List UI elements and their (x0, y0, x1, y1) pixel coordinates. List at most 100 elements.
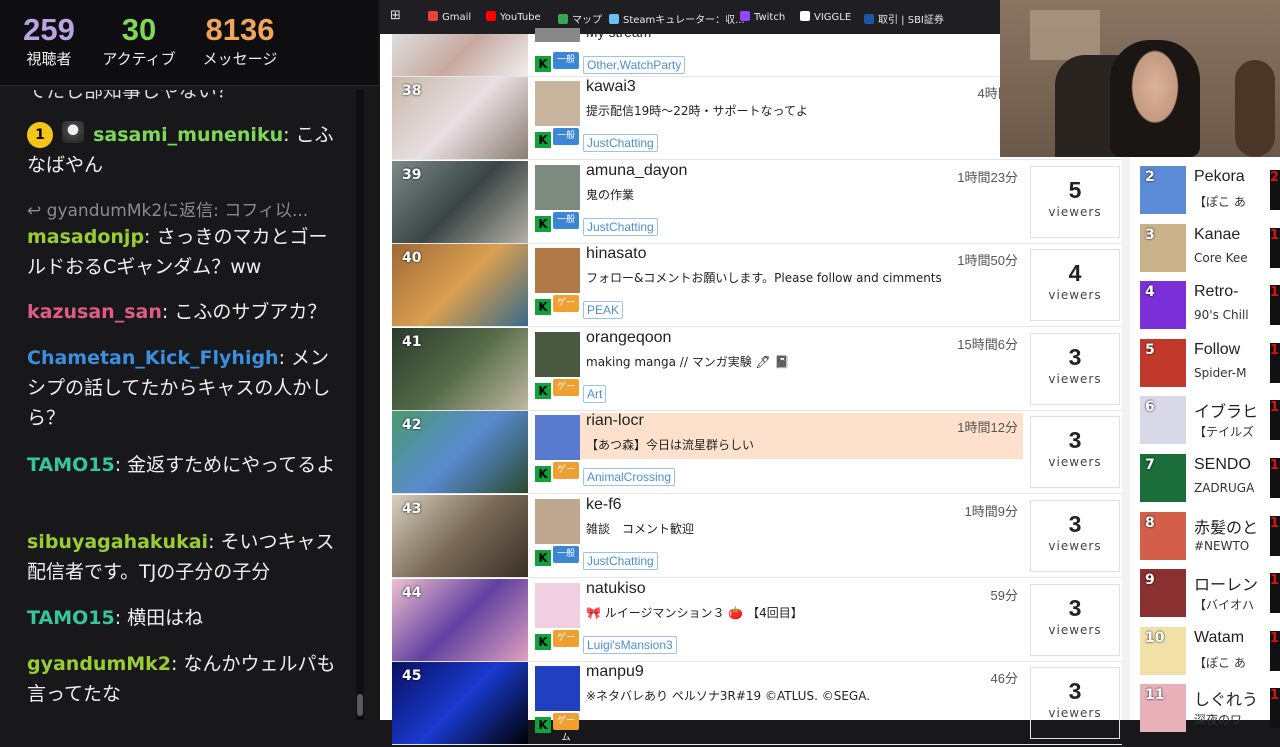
stream-row[interactable]: 44 K ゲーム natukiso 🎀 ルイージマンション３ 🍅 【4回目】 5… (392, 578, 1122, 662)
chat-username[interactable]: TAMO15 (27, 454, 115, 476)
stream-thumbnail[interactable] (392, 34, 528, 76)
sidebar-stream-item[interactable]: 2 Pekora 【ぽこ あ 21 (1140, 166, 1280, 220)
stream-duration: 1時間23分 (957, 169, 1018, 185)
stream-thumbnail[interactable]: 40 (392, 244, 528, 327)
category-tag[interactable]: Luigi'sMansion3 (583, 635, 677, 654)
chat-username[interactable]: masadonjp (27, 226, 144, 248)
sidebar-stream-item[interactable]: 4 Retro- 90's Chill 1! (1140, 281, 1280, 335)
stream-row[interactable]: 39 K 一般 amuna_dayon 鬼の作業 1時間23分 JustChat… (392, 160, 1122, 244)
streamer-name[interactable]: hinasato (586, 245, 647, 263)
streamer-name[interactable]: orangeqoon (586, 329, 671, 347)
chat-username[interactable]: kazusan_san (27, 301, 162, 323)
bookmark-gmail[interactable]: Gmail (428, 11, 471, 23)
sidebar-thumbnail[interactable]: 6 (1140, 396, 1186, 445)
stream-row[interactable]: 45 K ゲーム manpu9 ※ネタバレあり ペルソナ3R#19 ©ATLUS… (392, 662, 1122, 746)
chat-username[interactable]: TAMO15 (27, 607, 115, 629)
streamer-avatar[interactable] (535, 81, 580, 126)
stream-thumbnail[interactable]: 44 (392, 578, 528, 661)
chat-username[interactable]: gyandumMk2 (27, 653, 171, 675)
streamer-avatar[interactable] (535, 415, 580, 461)
streamer-avatar[interactable] (535, 28, 580, 42)
streamer-name[interactable]: amuna_dayon (586, 162, 687, 180)
sidebar-thumbnail[interactable]: 11 (1140, 684, 1186, 733)
sidebar-thumbnail[interactable]: 4 (1140, 281, 1186, 330)
streamer-name[interactable]: manpu9 (586, 663, 644, 681)
stream-thumbnail[interactable]: 45 (392, 662, 528, 745)
page-scrollbar[interactable] (1122, 157, 1130, 720)
sidebar-thumbnail[interactable]: 2 (1140, 166, 1186, 214)
category-tag[interactable]: Art (583, 384, 607, 403)
category-tag[interactable]: AnimalCrossing (583, 468, 676, 487)
streamer-name[interactable]: natukiso (586, 580, 646, 598)
sidebar-thumbnail[interactable]: 9 (1140, 569, 1186, 618)
rank-number: 45 (402, 668, 422, 685)
stream-row[interactable]: 40 K ゲーム hinasato フォロー&コメントお願いします。Please… (392, 244, 1122, 328)
stream-thumbnail[interactable]: 41 (392, 327, 528, 410)
sidebar-thumbnail[interactable]: 5 (1140, 338, 1186, 387)
streamer-avatar[interactable] (535, 331, 580, 377)
apps-grid-icon[interactable]: ⊞ (390, 8, 401, 23)
chat-username[interactable]: sasami_muneniku (93, 124, 283, 146)
category-tag[interactable]: Other,WatchParty (583, 56, 686, 74)
bookmark-viggle[interactable]: VIGGLE (800, 11, 851, 23)
sidebar-stream-item[interactable]: 11 しぐれう 深夜のワ 1. (1140, 684, 1280, 738)
sidebar-stream-item[interactable]: 7 SENDO ZADRUGA 1. (1140, 454, 1280, 508)
chat-scrollbar[interactable] (356, 90, 364, 720)
stream-thumbnail[interactable]: 43 (392, 495, 528, 577)
sidebar-rank: 5 (1145, 341, 1155, 358)
streamer-avatar[interactable] (535, 666, 580, 712)
category-tag[interactable]: JustChatting (583, 217, 658, 236)
stream-thumbnail[interactable]: 39 (392, 160, 528, 243)
rank-number: 41 (402, 333, 422, 350)
chat-reply-indicator[interactable]: ↩ gyandumMk2に返信: コフィ以... (27, 200, 308, 222)
chat-scrollbar-thumb[interactable] (357, 694, 363, 716)
rank-number: 38 (402, 83, 422, 99)
sidebar-rank: 6 (1145, 399, 1155, 416)
sidebar-stream-item[interactable]: 6 イブラヒ 【テイルズ 1. (1140, 396, 1280, 450)
stream-thumbnail[interactable]: 42 (392, 411, 528, 494)
tag-badge: 一般 (553, 128, 579, 145)
chat-message: gyandumMk2: なんかウェルパも言ってたな (27, 649, 337, 709)
stream-title: 鬼の作業 (586, 187, 635, 202)
stream-title: 🎀 ルイージマンション３ 🍅 【4回目】 (586, 605, 803, 620)
streamer-avatar[interactable] (535, 499, 580, 544)
stream-duration: 1時間12分 (957, 420, 1018, 436)
sidebar-thumbnail[interactable]: 3 (1140, 223, 1186, 272)
chat-message: TAMO15: 金返すためにやってるよ (27, 450, 337, 480)
streamer-name[interactable]: rian-locr (586, 412, 644, 430)
streamer-name[interactable]: ke-f6 (586, 496, 622, 514)
sidebar-thumbnail[interactable]: 10 (1140, 626, 1186, 675)
bookmark-youtube[interactable]: YouTube (486, 11, 541, 23)
sidebar-viewer-count: 1! (1270, 285, 1280, 326)
chat-username[interactable]: Chametan_Kick_Flyhigh (27, 347, 279, 369)
sidebar-subtitle: ZADRUGA (1194, 481, 1255, 495)
bookmark-twitch[interactable]: Twitch (740, 11, 785, 23)
stream-row[interactable]: 42 K ゲーム rian-locr 【あつ森】今日は流星群らしい 1時間12分… (392, 411, 1122, 495)
sidebar-thumbnail[interactable]: 8 (1140, 511, 1186, 560)
bookmark-sbi[interactable]: 取引 | SBI証券 (864, 11, 944, 26)
stream-stats: 259 視聴者 30 アクティブ 8136 メッセージ (0, 0, 378, 86)
sidebar-stream-item[interactable]: 10 Watam 【ぽこ あ 1. (1140, 626, 1280, 681)
stream-row[interactable]: 41 K ゲーム orangeqoon making manga // マンガ実… (392, 327, 1122, 411)
sidebar-subtitle: Spider-M (1194, 365, 1247, 380)
category-tag[interactable]: JustChatting (583, 134, 658, 152)
reply-arrow-icon: ↩ (27, 201, 47, 221)
streamer-avatar[interactable] (535, 164, 580, 210)
chat-username[interactable]: sibuyagahakukai (27, 531, 208, 553)
bookmark-label: Gmail (442, 12, 472, 23)
streamer-avatar[interactable] (535, 248, 580, 294)
sidebar-stream-item[interactable]: 9 ローレン 【バイオハ 1. (1140, 569, 1280, 623)
sidebar-thumbnail[interactable]: 7 (1140, 454, 1186, 502)
viewer-count-box: 3 viewers (1030, 667, 1120, 740)
category-tag[interactable]: JustChatting (583, 552, 658, 570)
sidebar-stream-item[interactable]: 5 Follow Spider-M 1. (1140, 338, 1280, 393)
streamer-name[interactable]: kawai3 (586, 78, 636, 96)
sidebar-viewer-count: 21 (1270, 170, 1280, 210)
category-tag[interactable]: PEAK (583, 301, 624, 320)
streamer-avatar[interactable] (535, 582, 580, 628)
sidebar-stream-item[interactable]: 3 Kanae Core Kee 1! (1140, 223, 1280, 278)
stream-row[interactable]: 43 K 一般 ke-f6 雑談 コメント歓迎 1時間9分 JustChatti… (392, 495, 1122, 578)
sidebar-stream-item[interactable]: 8 赤髪のと #NEWTO 1. (1140, 511, 1280, 566)
stream-thumbnail[interactable]: 38 (392, 77, 528, 159)
tag-badge: ゲーム (553, 629, 579, 660)
